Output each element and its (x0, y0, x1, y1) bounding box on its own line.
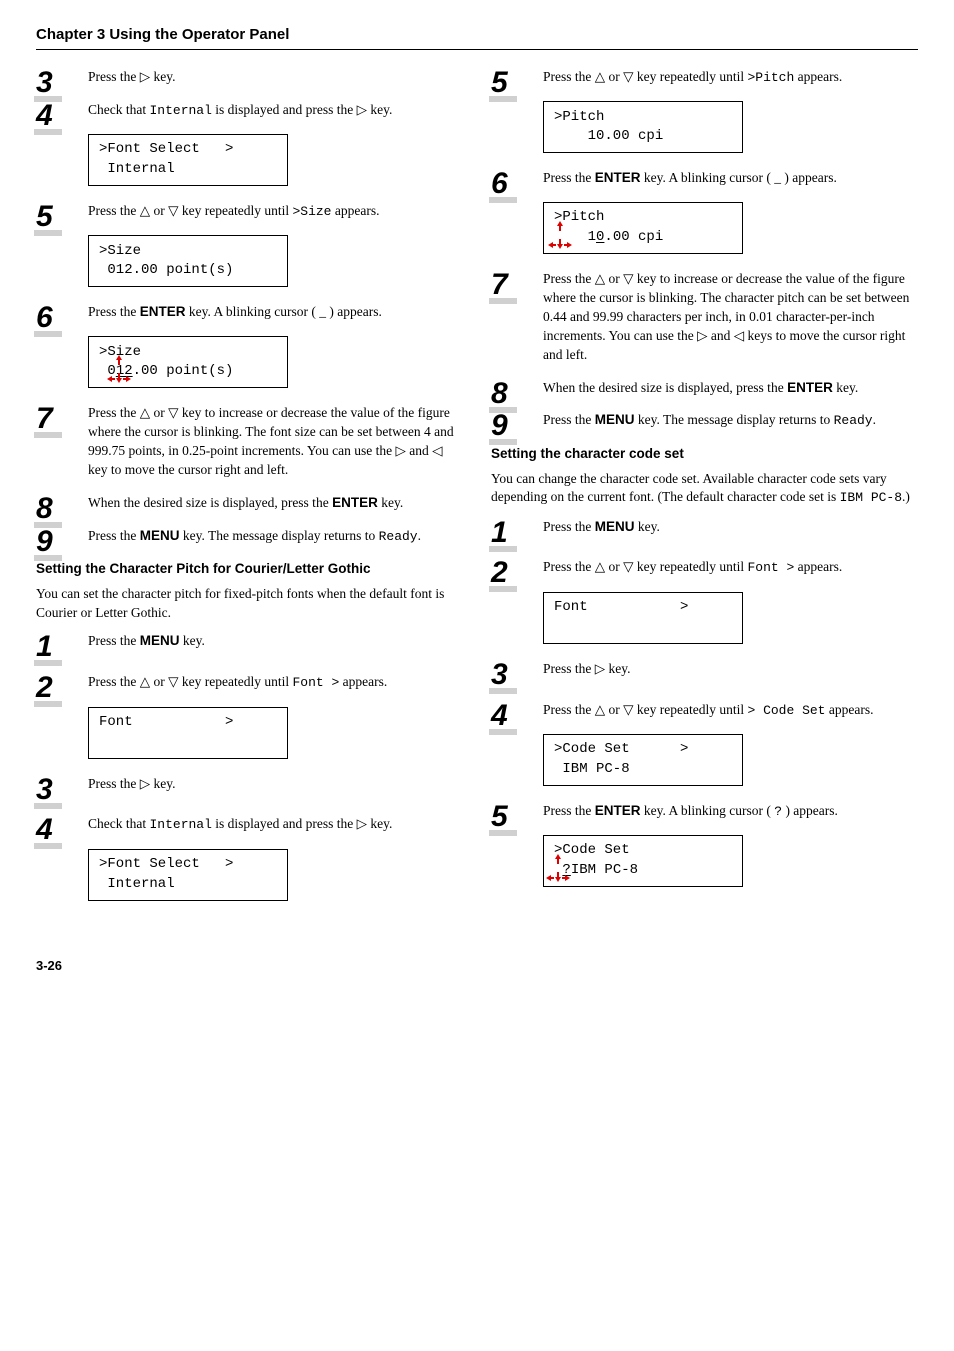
step-text: Check that Internal is displayed and pre… (88, 101, 463, 120)
step-5: 5 Press the △ or ▽ key repeatedly until … (36, 202, 463, 221)
lcd-size-cursor: >Size 012.00 point(s) (88, 336, 288, 388)
section-heading-codeset: Setting the character code set (491, 445, 918, 464)
step-r5: 5 Press the △ or ▽ key repeatedly until … (491, 68, 918, 87)
step-text: Press the ENTER key. A blinking cursor (… (543, 169, 918, 188)
right-column: 5 Press the △ or ▽ key repeatedly until … (491, 68, 918, 917)
lcd-pitch-cursor: >Pitch 10.00 cpi (543, 202, 743, 254)
step-text: Press the △ or ▽ key repeatedly until > … (543, 701, 918, 720)
cursor-arrows-icon (548, 221, 572, 249)
lcd-pitch: >Pitch 10.00 cpi (543, 101, 743, 153)
lcd-font-b: Font > (543, 592, 743, 644)
step-r6: 6 Press the ENTER key. A blinking cursor… (491, 169, 918, 188)
step-text: Press the △ or ▽ key repeatedly until Fo… (88, 673, 463, 692)
step-number: 3 (491, 654, 508, 696)
step-a3: 3 Press the ▷ key. (36, 775, 463, 794)
step-number: 2 (36, 667, 53, 709)
step-a2: 2 Press the △ or ▽ key repeatedly until … (36, 673, 463, 692)
step-b2: 2 Press the △ or ▽ key repeatedly until … (491, 558, 918, 577)
step-text: When the desired size is displayed, pres… (88, 494, 463, 513)
step-text: When the desired size is displayed, pres… (543, 379, 918, 398)
step-text: Press the MENU key. The message display … (543, 411, 918, 430)
lcd-codeset: >Code Set > IBM PC-8 (543, 734, 743, 786)
step-number: 7 (491, 264, 508, 306)
chapter-title: Chapter 3 Using the Operator Panel (36, 24, 918, 45)
step-number: 4 (491, 695, 508, 737)
page-number: 3-26 (36, 957, 918, 975)
step-r8: 8 When the desired size is displayed, pr… (491, 379, 918, 398)
step-text: Press the △ or ▽ key repeatedly until >S… (88, 202, 463, 221)
step-number: 9 (491, 405, 508, 447)
step-text: Check that Internal is displayed and pre… (88, 815, 463, 834)
step-text: Press the MENU key. The message display … (88, 527, 463, 546)
step-text: Press the △ or ▽ key repeatedly until Fo… (543, 558, 918, 577)
step-text: Press the ▷ key. (88, 68, 463, 87)
step-number: 5 (36, 196, 53, 238)
step-b1: 1 Press the MENU key. (491, 518, 918, 537)
step-number: 4 (36, 95, 53, 137)
step-number: 2 (491, 552, 508, 594)
step-a4: 4 Check that Internal is displayed and p… (36, 815, 463, 834)
step-b5: 5 Press the ENTER key. A blinking cursor… (491, 802, 918, 821)
step-3: 3 Press the ▷ key. (36, 68, 463, 87)
step-9: 9 Press the MENU key. The message displa… (36, 527, 463, 546)
lcd-font-select: >Font Select > Internal (88, 134, 288, 186)
step-4: 4 Check that Internal is displayed and p… (36, 101, 463, 120)
step-text: Press the ENTER key. A blinking cursor (… (88, 303, 463, 322)
section-heading-pitch: Setting the Character Pitch for Courier/… (36, 560, 463, 579)
section-intro: You can change the character code set. A… (491, 470, 918, 508)
step-b3: 3 Press the ▷ key. (491, 660, 918, 679)
step-text: Press the △ or ▽ key repeatedly until >P… (543, 68, 918, 87)
step-text: Press the MENU key. (543, 518, 918, 537)
step-b4: 4 Press the △ or ▽ key repeatedly until … (491, 701, 918, 720)
step-text: Press the MENU key. (88, 632, 463, 651)
step-8: 8 When the desired size is displayed, pr… (36, 494, 463, 513)
step-number: 5 (491, 796, 508, 838)
step-text: Press the △ or ▽ key to increase or decr… (88, 404, 463, 480)
step-text: Press the ENTER key. A blinking cursor (… (543, 802, 918, 821)
step-number: 6 (491, 163, 508, 205)
step-number: 4 (36, 809, 53, 851)
step-6: 6 Press the ENTER key. A blinking cursor… (36, 303, 463, 322)
chapter-rule (36, 49, 918, 50)
step-text: Press the ▷ key. (543, 660, 918, 679)
section-intro: You can set the character pitch for fixe… (36, 585, 463, 623)
step-a1: 1 Press the MENU key. (36, 632, 463, 651)
step-text: Press the △ or ▽ key to increase or decr… (543, 270, 918, 364)
lcd-size: >Size 012.00 point(s) (88, 235, 288, 287)
lcd-codeset-cursor: >Code Set ?IBM PC-8 (543, 835, 743, 887)
step-7: 7 Press the △ or ▽ key to increase or de… (36, 404, 463, 480)
step-number: 1 (491, 512, 508, 554)
step-r7: 7 Press the △ or ▽ key to increase or de… (491, 270, 918, 364)
lcd-font-select2: >Font Select > Internal (88, 849, 288, 901)
step-text: Press the ▷ key. (88, 775, 463, 794)
step-number: 6 (36, 297, 53, 339)
step-number: 7 (36, 398, 53, 440)
lcd-font: Font > (88, 707, 288, 759)
step-r9: 9 Press the MENU key. The message displa… (491, 411, 918, 430)
step-number: 9 (36, 521, 53, 563)
step-number: 5 (491, 62, 508, 104)
left-column: 3 Press the ▷ key. 4 Check that Internal… (36, 68, 463, 917)
cursor-arrows-icon (546, 854, 570, 882)
cursor-arrows-icon (107, 355, 131, 383)
step-number: 3 (36, 769, 53, 811)
step-number: 1 (36, 626, 53, 668)
